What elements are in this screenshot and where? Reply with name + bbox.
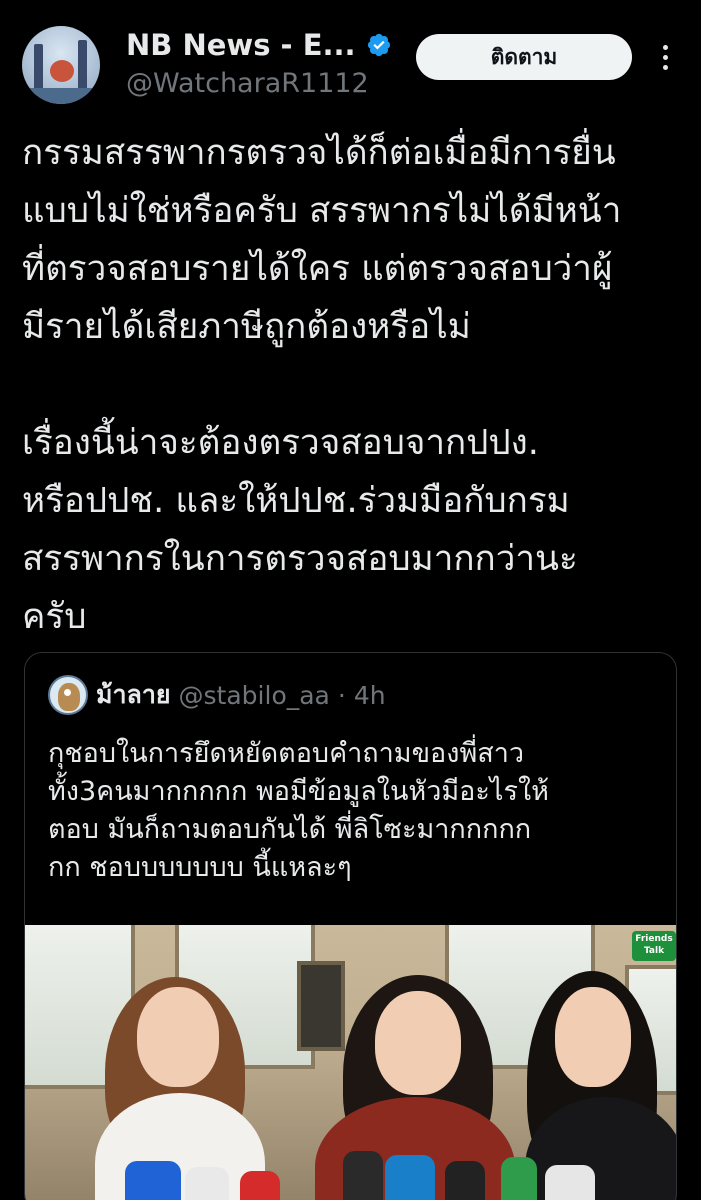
person-face <box>375 991 461 1095</box>
microphone <box>445 1161 485 1200</box>
avatar-tower-right <box>78 40 87 90</box>
microphone <box>125 1161 181 1200</box>
tweet-header: NB News - E... @WatcharaR1112 ติดตาม <box>22 22 682 104</box>
author-handle[interactable]: @WatcharaR1112 <box>126 68 369 99</box>
avatar-ground <box>22 88 100 104</box>
tweet-line: กรรมสรรพากรตรวจได้ก็ต่อเมื่อมีการยื่น <box>22 133 616 173</box>
quoted-line: ทั้ง3คนมากกกกก พอมีข้อมูลในหัวมีอะไรให้ <box>48 776 549 807</box>
tweet-line: ครับ <box>22 597 87 637</box>
person-face <box>555 987 631 1087</box>
author-name-row: NB News - E... <box>126 28 392 62</box>
tweet-line: มีรายได้เสียภาษีถูกต้องหรือไม่ <box>22 307 471 347</box>
quoted-line: ตอบ มันก็ถามตอบกันได้ พี่ลิโซะมากกกกก <box>48 814 532 845</box>
microphone <box>240 1171 280 1200</box>
horse-eye <box>64 689 71 696</box>
channel-logo-badge: Friends Talk <box>632 931 676 961</box>
more-options-icon[interactable] <box>648 40 682 74</box>
person-face <box>137 987 219 1087</box>
quoted-author-name[interactable]: ม้าลาย <box>96 675 171 715</box>
tweet-line: แบบไม่ใช่หรือครับ สรรพากรไม่ได้มีหน้า <box>22 191 622 231</box>
microphone <box>343 1151 383 1200</box>
quoted-tweet-card[interactable]: ม้าลาย @stabilo_aa · 4h กุชอบในการยึดหยั… <box>24 652 677 1200</box>
verified-badge-icon <box>367 33 390 57</box>
quoted-line: กุชอบในการยึดหยัดตอบคำถามของพี่สาว <box>48 738 525 769</box>
quoted-author-handle[interactable]: @stabilo_aa <box>179 681 330 710</box>
author-display-name[interactable]: NB News - E... <box>126 28 356 62</box>
tweet-line: สรรพากรในการตรวจสอบมากกว่านะ <box>22 539 578 579</box>
follow-button[interactable]: ติดตาม <box>416 34 632 80</box>
microphone <box>385 1155 435 1200</box>
quoted-timestamp[interactable]: 4h <box>354 681 386 710</box>
microphone <box>501 1157 537 1200</box>
avatar-mascot <box>50 60 74 82</box>
author-avatar[interactable] <box>22 26 100 104</box>
microphone <box>545 1165 595 1200</box>
tweet-line: เรื่องนี้น่าจะต้องตรวจสอบจากปปง. <box>22 423 539 463</box>
quoted-tweet-text: กุชอบในการยึดหยัดตอบคำถามของพี่สาว ทั้ง3… <box>48 735 658 887</box>
tweet-line: หรือปปช. และให้ปปช.ร่วมมือกับกรม <box>22 481 570 521</box>
tweet-text: กรรมสรรพากรตรวจได้ก็ต่อเมื่อมีการยื่น แบ… <box>22 124 682 646</box>
background-frame <box>297 961 345 1051</box>
quoted-line: กก ชอบบบบบบบ นี้แหละๆ <box>48 852 352 883</box>
separator-dot: · <box>337 680 346 710</box>
avatar-tower-left <box>34 44 43 90</box>
quoted-tweet-video[interactable]: Friends Talk <box>25 925 676 1200</box>
microphone <box>185 1167 229 1200</box>
tweet-line: ที่ตรวจสอบรายได้ใคร แต่ตรวจสอบว่าผู้ <box>22 249 613 289</box>
horse-avatar-icon <box>58 683 80 711</box>
quoted-tweet-header: ม้าลาย @stabilo_aa · 4h <box>48 675 386 715</box>
quoted-author-avatar[interactable] <box>48 675 88 715</box>
